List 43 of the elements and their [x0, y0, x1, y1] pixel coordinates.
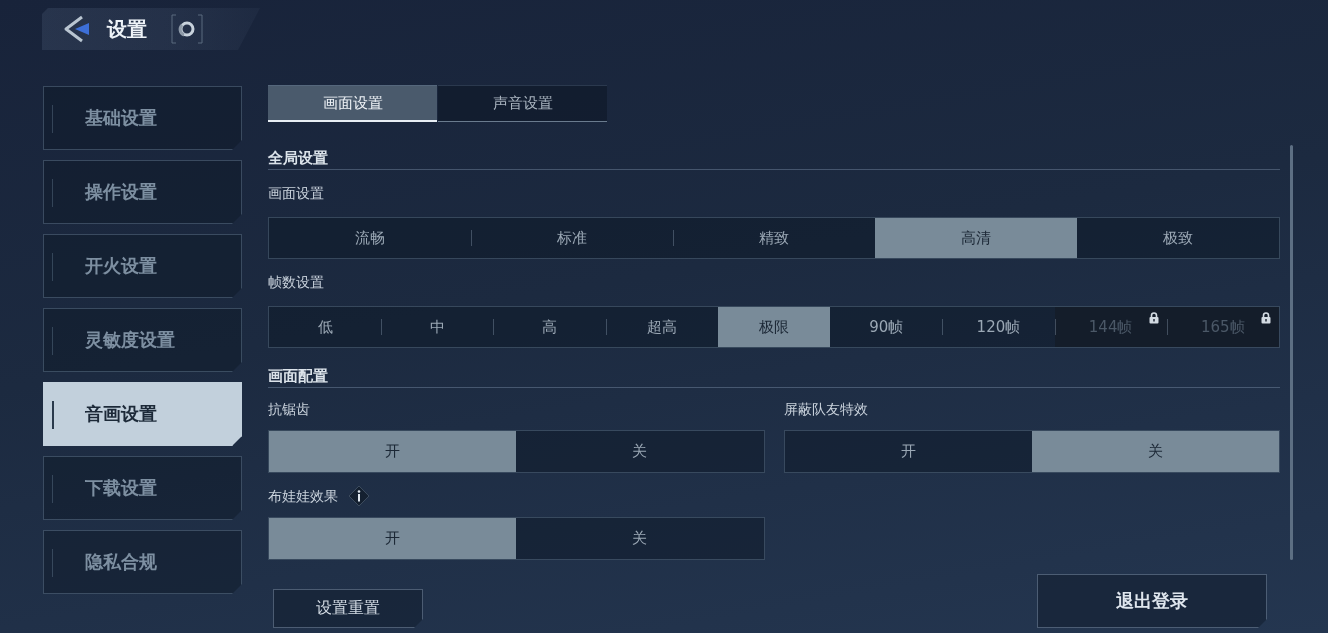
- option-button[interactable]: 极致: [1077, 218, 1279, 258]
- sidebar-item[interactable]: 下载设置: [43, 456, 242, 520]
- lock-icon: [1260, 312, 1271, 324]
- option-button[interactable]: 极限: [717, 307, 831, 347]
- tab[interactable]: 画面设置: [268, 85, 437, 122]
- scrollbar[interactable]: [1290, 145, 1293, 560]
- option-button[interactable]: 精致: [673, 218, 875, 258]
- sidebar-item[interactable]: 开火设置: [43, 234, 242, 298]
- option-button[interactable]: 开: [269, 431, 517, 472]
- tab[interactable]: 声音设置: [438, 85, 607, 122]
- setting-label: 帧数设置: [268, 274, 324, 290]
- reset-button[interactable]: 设置重置: [273, 589, 423, 628]
- setting-label: 抗锯齿: [268, 401, 310, 417]
- option-button[interactable]: 低: [269, 307, 382, 347]
- option-button[interactable]: 标准: [471, 218, 673, 258]
- option-button[interactable]: 关: [516, 431, 764, 472]
- section-title: 全局设置: [268, 148, 1280, 170]
- section-title: 画面配置: [268, 366, 1280, 388]
- option-button[interactable]: 高清: [875, 218, 1077, 258]
- option-button[interactable]: 90帧: [830, 307, 943, 347]
- lock-icon: [1148, 312, 1159, 324]
- page-title: 设置: [107, 17, 147, 41]
- sidebar-item[interactable]: 灵敏度设置: [43, 308, 242, 372]
- sidebar-item[interactable]: 音画设置: [43, 382, 242, 446]
- option-button[interactable]: 中: [381, 307, 494, 347]
- option-button[interactable]: 高: [493, 307, 606, 347]
- option-button[interactable]: 120帧: [942, 307, 1055, 347]
- back-icon[interactable]: [62, 15, 92, 43]
- option-button[interactable]: 流畅: [269, 218, 471, 258]
- setting-label: 布娃娃效果: [268, 488, 338, 504]
- sidebar-item[interactable]: 操作设置: [43, 160, 242, 224]
- sidebar-item[interactable]: 基础设置: [43, 86, 242, 150]
- option-button[interactable]: 开: [784, 431, 1032, 472]
- option-button[interactable]: 关: [1031, 431, 1279, 472]
- option-button[interactable]: 关: [516, 518, 764, 559]
- setting-label: 屏蔽队友特效: [783, 401, 868, 417]
- sidebar-item[interactable]: 隐私合规: [43, 530, 242, 594]
- option-button[interactable]: 超高: [605, 307, 718, 347]
- info-icon[interactable]: [348, 485, 370, 507]
- ring-icon[interactable]: [171, 14, 203, 44]
- setting-label: 画面设置: [268, 185, 324, 201]
- logout-button[interactable]: 退出登录: [1037, 574, 1267, 628]
- option-button[interactable]: 开: [269, 518, 517, 559]
